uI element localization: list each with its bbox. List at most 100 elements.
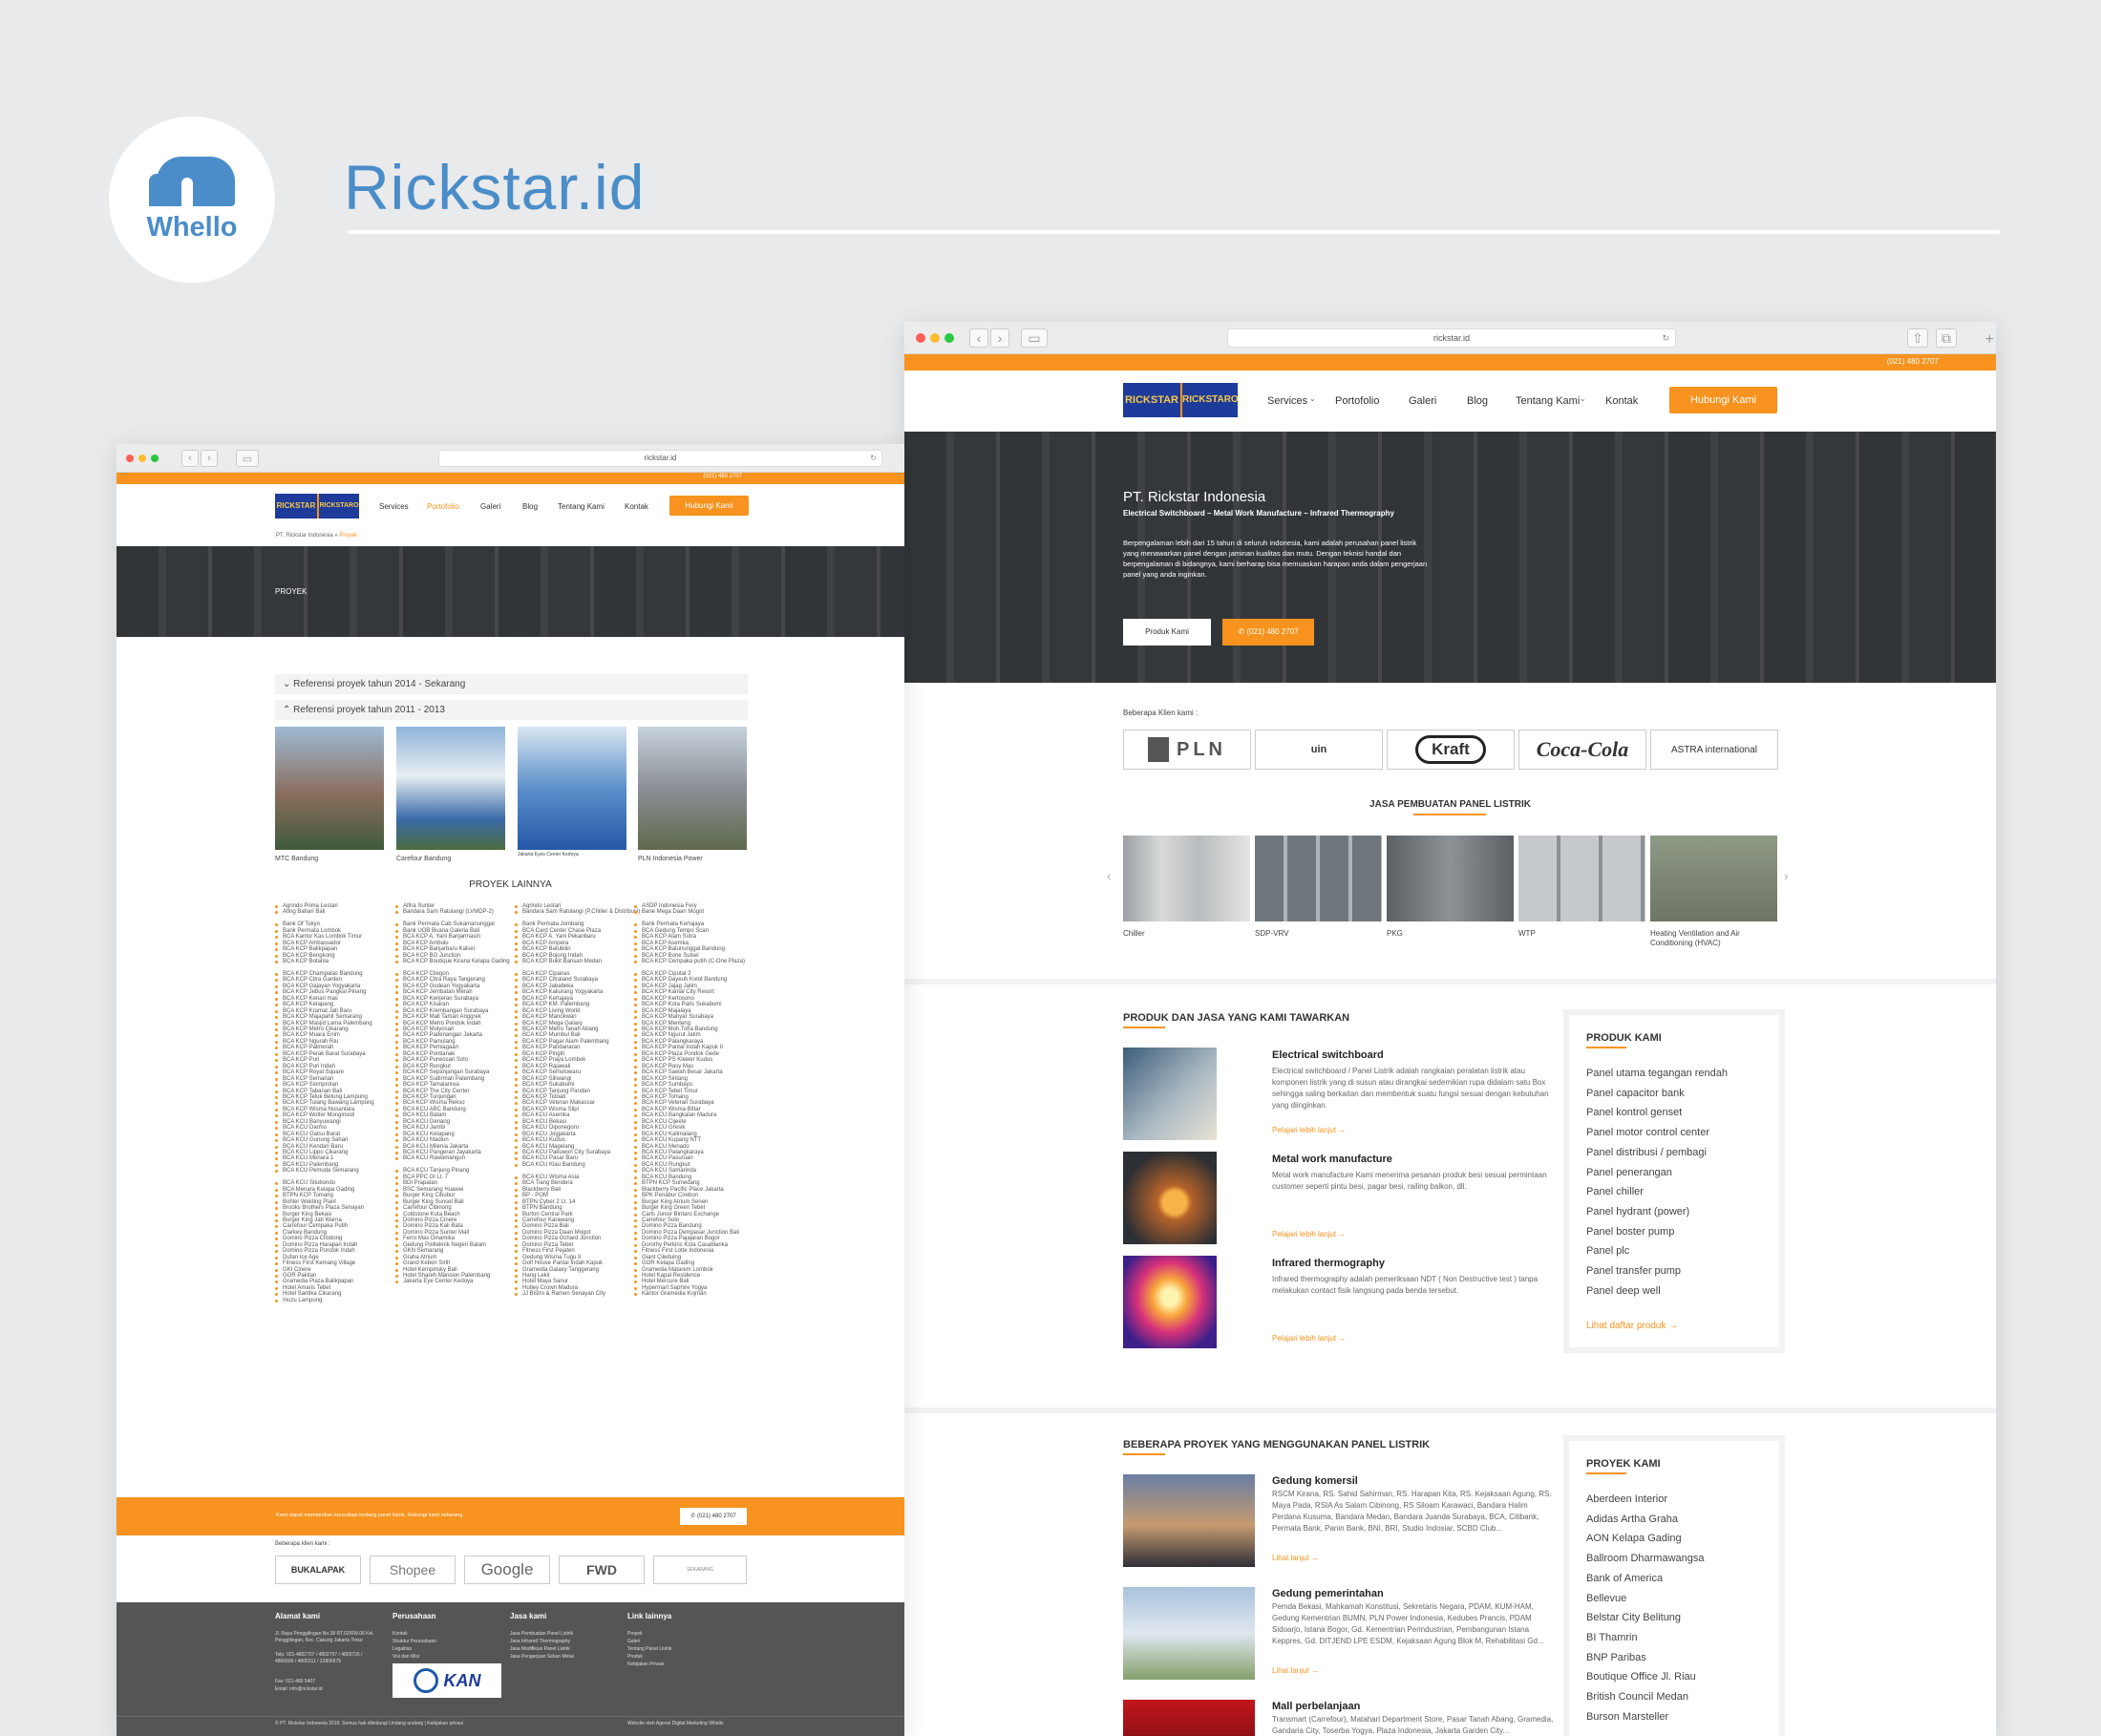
project-photo-government[interactable] — [1123, 1587, 1255, 1680]
nav-services[interactable]: Services — [1267, 395, 1307, 407]
service-photo-hvac[interactable] — [1650, 836, 1777, 921]
sidebar-link[interactable]: Panel motor control center — [1586, 1127, 1709, 1138]
footer-email[interactable]: Email: info@rickstar.id — [275, 1686, 323, 1692]
product-photo-switchboard[interactable] — [1123, 1048, 1217, 1140]
project-more-link[interactable]: Lihat lanjut → — [1272, 1554, 1319, 1562]
nav-blog[interactable]: Blog — [1467, 395, 1488, 407]
sidebar-link[interactable]: Adidas Artha Graha — [1586, 1514, 1678, 1525]
sidebar-link[interactable]: British Council Medan — [1586, 1691, 1688, 1703]
maximize-dot[interactable] — [944, 333, 954, 343]
maximize-dot[interactable] — [151, 455, 159, 462]
top-phone[interactable]: (021) 480 2707 — [703, 474, 742, 479]
footer-link[interactable]: Jasa Modifikasi Panel Listrik — [510, 1646, 570, 1652]
site-logo[interactable]: RICKSTAR RICKSTARO — [1123, 383, 1239, 417]
sidebar-link[interactable]: AON Kelapa Gading — [1586, 1533, 1682, 1544]
nav-galeri[interactable]: Galeri — [1409, 395, 1436, 407]
phone-button[interactable]: ✆ (021) 480 2707 — [1222, 619, 1314, 646]
project-photo-mall[interactable] — [1123, 1700, 1255, 1736]
nav-blog[interactable]: Blog — [522, 502, 538, 511]
product-more-link[interactable]: Pelajari lebih lanjut → — [1272, 1334, 1346, 1343]
nav-tentang-kami[interactable]: Tentang Kami — [558, 502, 605, 511]
minimize-dot[interactable] — [138, 455, 146, 462]
sidebar-link[interactable]: Panel hydrant (power) — [1586, 1206, 1689, 1217]
footer-link[interactable]: Jasa Pengerjaan Sekan Metal — [510, 1654, 574, 1660]
project-photo[interactable] — [518, 727, 626, 850]
product-button[interactable]: Produk Kami — [1123, 619, 1211, 646]
project-title[interactable]: Gedung pemerintahan — [1272, 1588, 1384, 1599]
sidebar-link[interactable]: Panel utama tegangan rendah — [1586, 1068, 1728, 1079]
sidebar-link[interactable]: Ballroom Dharmawangsa — [1586, 1553, 1705, 1564]
sidebar-link[interactable]: Panel distribusi / pembagi — [1586, 1147, 1707, 1158]
nav-kontak[interactable]: Kontak — [625, 502, 648, 511]
product-more-link[interactable]: Pelajari lebih lanjut → — [1272, 1230, 1346, 1238]
nav-portofolio[interactable]: Portofolio — [1335, 395, 1379, 407]
close-dot[interactable] — [916, 333, 925, 343]
sidebar-link[interactable]: Bellevue — [1586, 1593, 1626, 1604]
footer-link[interactable]: Jasa Pembuatan Panel Listrik — [510, 1631, 573, 1637]
sidebar-toggle-icon[interactable]: ▭ — [236, 450, 259, 467]
sidebar-link[interactable]: Panel capacitor bank — [1586, 1088, 1685, 1099]
sidebar-link[interactable]: Panel penerangan — [1586, 1167, 1672, 1178]
project-title[interactable]: Gedung komersil — [1272, 1475, 1358, 1487]
minimize-dot[interactable] — [930, 333, 940, 343]
footer-link[interactable]: Tentang Panel Listrik — [627, 1646, 671, 1652]
contact-button[interactable]: Hubungi Kami — [669, 496, 749, 516]
forward-button[interactable]: › — [201, 450, 218, 467]
product-title[interactable]: Electrical switchboard — [1272, 1049, 1384, 1061]
forward-button[interactable]: › — [990, 328, 1009, 348]
sidebar-link[interactable]: Panel transfer pump — [1586, 1265, 1681, 1277]
service-photo-wtp[interactable] — [1518, 836, 1645, 921]
accordion-item[interactable]: ⌃ Referensi proyek tahun 2011 - 2013 — [275, 700, 748, 720]
nav-services[interactable]: Services — [379, 502, 409, 511]
sidebar-link[interactable]: Aberdeen Interior — [1586, 1493, 1667, 1505]
footer-link[interactable]: Kontak — [393, 1631, 408, 1637]
sidebar-link[interactable]: Boutique Office Jl. Riau — [1586, 1671, 1696, 1683]
footer-credit[interactable]: Website oleh Agensi Digital Marketing Wh… — [627, 1721, 724, 1726]
product-title[interactable]: Infrared thermography — [1272, 1258, 1385, 1269]
nav-kontak[interactable]: Kontak — [1605, 395, 1638, 407]
project-title[interactable]: Mall perbelanjaan — [1272, 1701, 1360, 1712]
nav-galeri[interactable]: Galeri — [480, 502, 500, 511]
project-photo[interactable] — [396, 727, 505, 850]
project-photo-commercial[interactable] — [1123, 1474, 1255, 1567]
sidebar-link[interactable]: BNP Paribas — [1586, 1652, 1646, 1663]
sidebar-link[interactable]: Bank of America — [1586, 1573, 1663, 1584]
footer-link[interactable]: Produk — [627, 1654, 643, 1660]
sidebar-link[interactable]: BI Thamrin — [1586, 1632, 1638, 1643]
nav-portofolio[interactable]: Portofolio — [427, 502, 459, 511]
nav-tentang-kami[interactable]: Tentang Kami — [1516, 395, 1580, 407]
contact-button[interactable]: Hubungi Kami — [1669, 387, 1777, 413]
footer-link[interactable]: Proyek — [627, 1631, 643, 1637]
sidebar-link[interactable]: Belstar City Belitung — [1586, 1612, 1681, 1623]
reload-icon[interactable]: ↻ — [1662, 329, 1669, 347]
close-dot[interactable] — [126, 455, 134, 462]
product-title[interactable]: Metal work manufacture — [1272, 1154, 1392, 1165]
service-photo-pkg[interactable] — [1387, 836, 1514, 921]
project-photo[interactable] — [275, 727, 384, 850]
back-button[interactable]: ‹ — [181, 450, 199, 467]
sidebar-link[interactable]: Burson Marsteller — [1586, 1711, 1668, 1723]
footer-link[interactable]: Jasa Infrared Thermography — [510, 1639, 570, 1644]
footer-link[interactable]: Galeri — [627, 1639, 640, 1644]
back-button[interactable]: ‹ — [969, 328, 988, 348]
carousel-next-icon[interactable]: › — [1784, 868, 1789, 883]
reload-icon[interactable]: ↻ — [870, 451, 877, 466]
address-bar[interactable]: rickstar.id ↻ — [438, 450, 882, 467]
sidebar-link[interactable]: Panel boster pump — [1586, 1226, 1674, 1238]
project-photo[interactable] — [638, 727, 747, 850]
new-tab-icon[interactable]: + — [1985, 331, 1994, 349]
service-photo-chiller[interactable] — [1123, 836, 1250, 921]
footer-link[interactable]: Struktur Perusahaan — [393, 1639, 436, 1644]
product-photo-metal[interactable] — [1123, 1152, 1217, 1244]
carousel-prev-icon[interactable]: ‹ — [1107, 868, 1112, 883]
consult-phone-button[interactable]: ✆ (021) 480 2707 — [680, 1508, 747, 1525]
sidebar-link[interactable]: Panel kontrol genset — [1586, 1107, 1682, 1118]
product-photo-thermography[interactable] — [1123, 1256, 1217, 1348]
footer-link[interactable]: Kebijakan Privasi — [627, 1662, 664, 1667]
site-logo[interactable]: RICKSTAR RICKSTARO — [275, 494, 359, 519]
accordion-item[interactable]: ⌄ Referensi proyek tahun 2014 - Sekarang — [275, 674, 748, 694]
share-icon[interactable]: ⇧ — [1907, 328, 1928, 348]
product-more-link[interactable]: Pelajari lebih lanjut → — [1272, 1126, 1346, 1134]
project-more-link[interactable]: Lihat lanjut → — [1272, 1666, 1319, 1675]
address-bar[interactable]: rickstar.id ↻ — [1227, 328, 1676, 348]
